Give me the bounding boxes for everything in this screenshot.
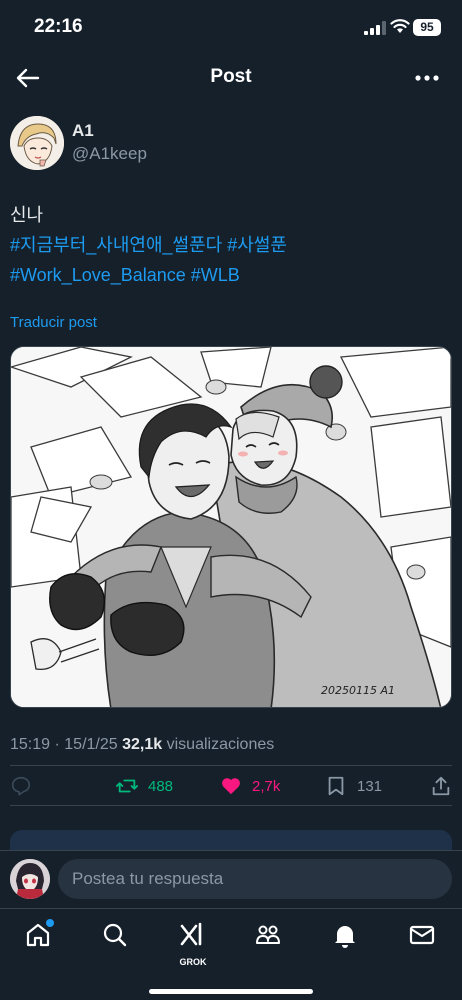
status-time: 22:16 bbox=[34, 16, 83, 37]
more-options-icon[interactable] bbox=[412, 64, 442, 92]
manga-illustration bbox=[11, 347, 451, 707]
retweet-icon bbox=[116, 779, 138, 793]
tab-notifications[interactable] bbox=[331, 921, 363, 953]
status-bar: 22:16 95 bbox=[0, 0, 462, 56]
bell-icon bbox=[335, 926, 355, 948]
tab-communities[interactable] bbox=[254, 921, 286, 953]
battery-indicator: 95 bbox=[413, 19, 441, 36]
mail-icon bbox=[409, 925, 435, 945]
divider bbox=[10, 805, 452, 806]
post-actions: 488 2,7k 131 bbox=[0, 768, 462, 804]
post-hashtags-line: #Work_Love_Balance #WLB bbox=[10, 260, 450, 290]
views-label: visualizaciones bbox=[166, 736, 275, 753]
hashtag-link[interactable]: #사썰푼 bbox=[227, 235, 287, 255]
page-title: Post bbox=[210, 66, 252, 87]
tab-grok[interactable]: GROK bbox=[177, 921, 209, 967]
post-author: A1 @A1keep bbox=[10, 116, 450, 172]
notification-dot bbox=[46, 919, 54, 927]
reply-bar bbox=[0, 850, 462, 908]
search-icon bbox=[103, 923, 127, 947]
reply-icon bbox=[11, 776, 31, 796]
hashtag-link[interactable]: #Work_Love_Balance bbox=[10, 265, 186, 285]
bottom-tab-bar: GROK bbox=[0, 908, 462, 1000]
share-icon bbox=[432, 776, 450, 796]
tab-home[interactable] bbox=[24, 919, 56, 953]
wifi-icon bbox=[390, 19, 410, 33]
tab-search[interactable] bbox=[101, 921, 133, 953]
post-image[interactable]: 20250115 A1 bbox=[10, 346, 452, 708]
communities-icon bbox=[256, 925, 280, 944]
bookmark-count: 131 bbox=[357, 777, 383, 795]
author-avatar[interactable] bbox=[10, 116, 64, 170]
post-meta: 15:19 · 15/1/25 32,1k visualizaciones bbox=[10, 736, 274, 754]
hashtag-link[interactable]: #WLB bbox=[191, 265, 240, 285]
reply-button[interactable] bbox=[10, 774, 32, 798]
translate-post-link[interactable]: Traducir post bbox=[10, 314, 97, 331]
author-name[interactable]: A1 bbox=[72, 121, 94, 141]
post-hashtags-line: #지금부터_사내연애_썰푼다 #사썰푼 bbox=[10, 230, 450, 260]
divider bbox=[10, 765, 452, 766]
share-button[interactable] bbox=[430, 774, 452, 798]
bookmark-icon bbox=[328, 776, 344, 796]
retweet-count: 488 bbox=[148, 777, 174, 795]
heart-icon bbox=[222, 778, 240, 795]
tab-messages[interactable] bbox=[408, 921, 440, 953]
author-handle[interactable]: @A1keep bbox=[72, 144, 147, 164]
illustration-signature: 20250115 A1 bbox=[321, 684, 396, 697]
meta-separator: · bbox=[54, 736, 60, 753]
post-text: 신나 #지금부터_사내연애_썰푼다 #사썰푼 #Work_Love_Balanc… bbox=[10, 200, 450, 290]
like-button[interactable]: 2,7k bbox=[220, 774, 280, 798]
hashtag-link[interactable]: #지금부터_사내연애_썰푼다 bbox=[10, 235, 222, 255]
like-count: 2,7k bbox=[252, 777, 281, 795]
bookmark-button[interactable]: 131 bbox=[325, 774, 382, 798]
grok-icon bbox=[180, 922, 202, 946]
post-date: 15/1/25 bbox=[64, 736, 118, 753]
views-count: 32,1k bbox=[122, 736, 163, 753]
post-text-line: 신나 bbox=[10, 205, 44, 225]
user-avatar[interactable] bbox=[10, 859, 50, 899]
home-indicator bbox=[149, 989, 313, 994]
top-bar: Post bbox=[0, 56, 462, 102]
retweet-button[interactable]: 488 bbox=[116, 774, 173, 798]
grok-label: GROK bbox=[179, 957, 207, 967]
cellular-signal-icon bbox=[364, 21, 386, 35]
reply-input[interactable] bbox=[58, 859, 452, 899]
post-time: 15:19 bbox=[10, 736, 51, 753]
